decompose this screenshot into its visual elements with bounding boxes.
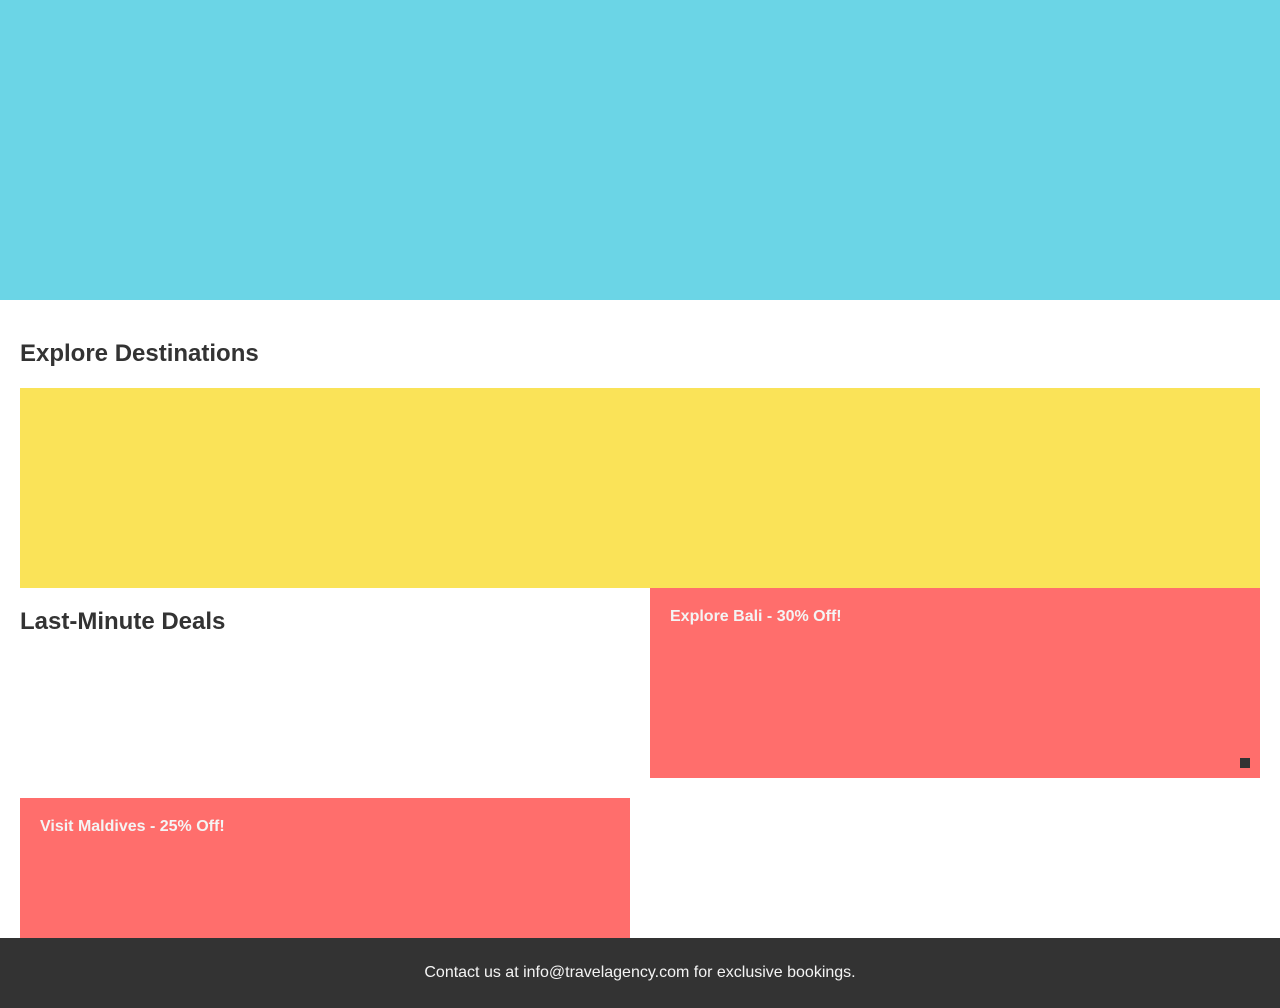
resize-handle-icon[interactable] xyxy=(1240,758,1250,768)
hero-banner xyxy=(0,0,1280,300)
deal-card-bali[interactable]: Explore Bali - 30% Off! xyxy=(650,588,1260,778)
footer-contact-text: Contact us at info@travelagency.com for … xyxy=(424,964,856,981)
last-minute-deals-heading: Last-Minute Deals xyxy=(20,608,226,635)
deal-label: Explore Bali - 30% Off! xyxy=(670,608,842,625)
explore-destinations-heading: Explore Destinations xyxy=(20,340,259,367)
destinations-banner[interactable] xyxy=(20,388,1260,588)
deal-label: Visit Maldives - 25% Off! xyxy=(40,818,225,835)
deal-card-maldives[interactable]: Visit Maldives - 25% Off! xyxy=(20,798,630,938)
footer: Contact us at info@travelagency.com for … xyxy=(0,938,1280,1008)
